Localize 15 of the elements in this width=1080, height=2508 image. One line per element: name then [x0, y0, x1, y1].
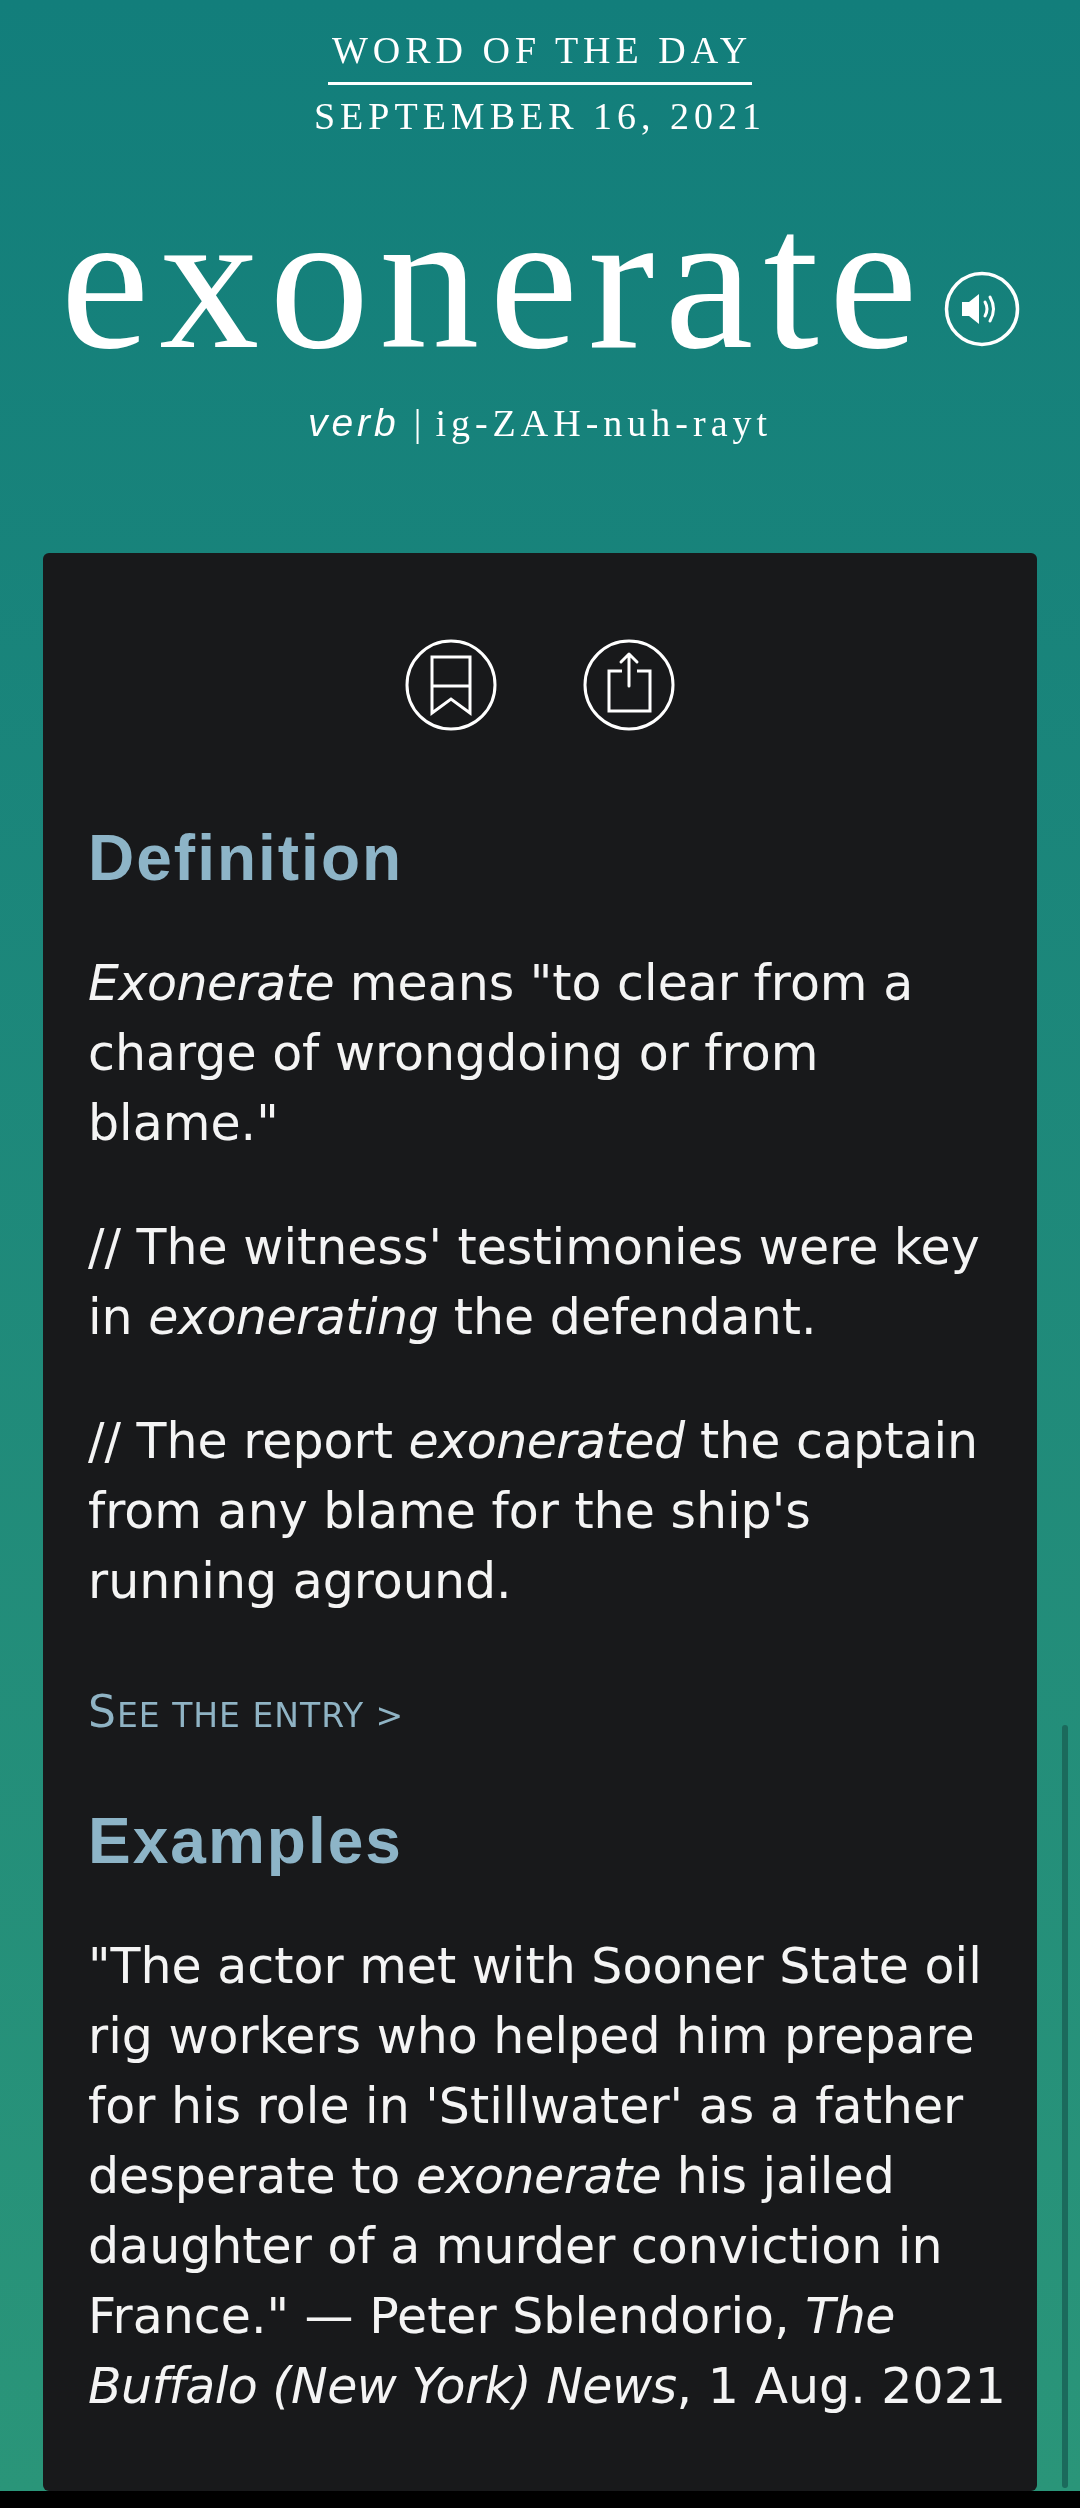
definition-text: // The witness' testimonies were key in exonerating the defendant. — [88, 1218, 981, 1348]
date-text: SEPTEMBER 16, 2021 — [313, 94, 767, 139]
bookmark-icon[interactable] — [405, 639, 497, 731]
pronunciation: ig-ZAH-nuh-rayt — [435, 401, 773, 446]
speaker-icon[interactable] — [943, 271, 1020, 347]
see-entry-link[interactable]: SEE THE ENTRY > — [88, 1684, 405, 1744]
part-of-speech: verb — [307, 400, 400, 446]
separator-text: | — [413, 401, 422, 446]
example-quote: "The actor met with Sooner State oil rig workers who helped him prepare for his role in 'Stillwater' as a father desperate to exonerate his jailed daughter of a murder conviction in France." — Peter Sblendorio, The Buffalo (New York) News, 1 Aug. 2021 — [88, 1937, 1008, 2417]
share-icon[interactable] — [583, 639, 675, 731]
headword: exonerate — [60, 180, 928, 380]
word-of-the-day-title: WORD OF THE DAY — [327, 27, 753, 85]
definition-text: Exonerate means "to clear from a charge of wrongdoing or from blame." — [88, 954, 915, 1154]
definition-text: // The report exonerated the captain from any blame for the ship's running aground. — [88, 1412, 980, 1612]
section-heading: Definition — [88, 826, 405, 890]
